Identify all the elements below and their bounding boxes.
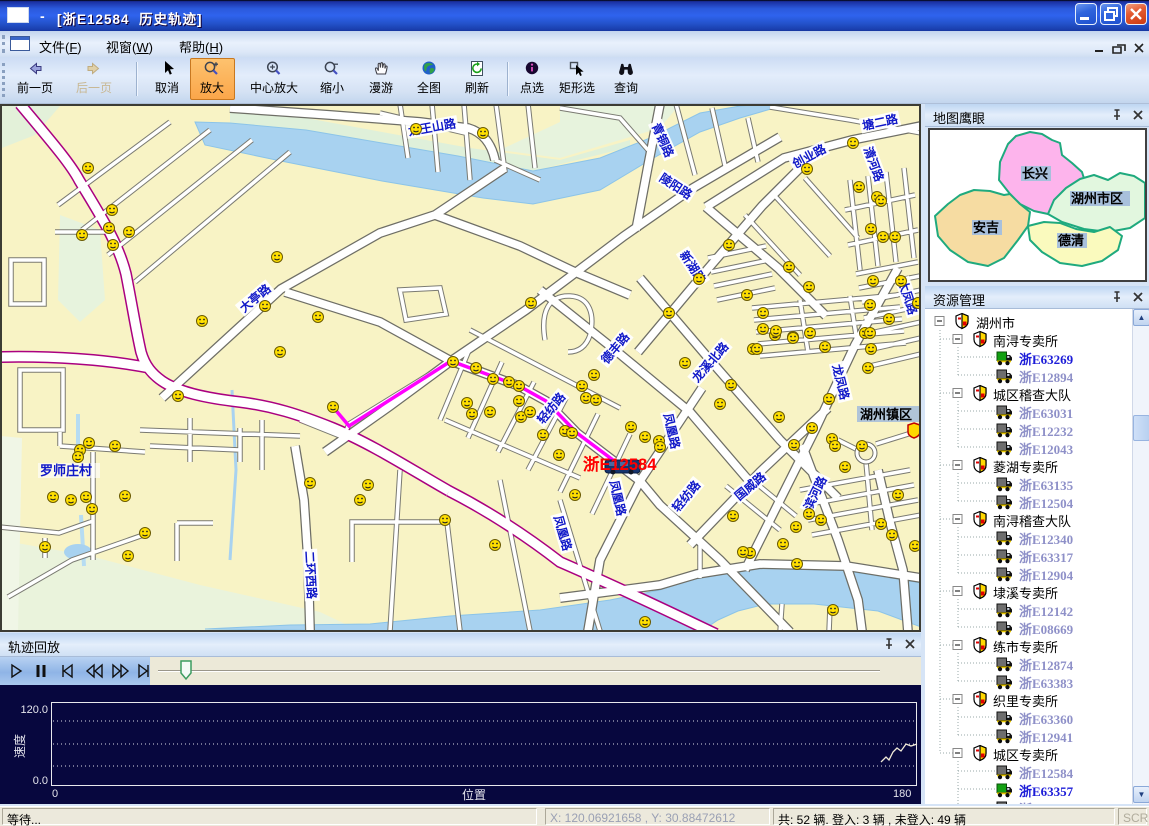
svg-text:位置: 位置: [462, 787, 486, 802]
svg-text:速度: 速度: [12, 734, 27, 758]
svg-text:德清: 德清: [1058, 233, 1084, 248]
svg-text:清河路: 清河路: [861, 145, 888, 185]
svg-text:180: 180: [893, 788, 911, 800]
svg-text:0.0: 0.0: [33, 775, 48, 787]
svg-text:湖州市区: 湖州市区: [1071, 191, 1123, 206]
svg-text:长兴: 长兴: [1022, 166, 1048, 181]
svg-text:0: 0: [52, 788, 58, 800]
svg-text:浙E12584: 浙E12584: [583, 454, 657, 474]
svg-text:安吉: 安吉: [973, 220, 999, 235]
svg-text:二环西路: 二环西路: [302, 551, 320, 601]
svg-text:罗师庄村: 罗师庄村: [40, 463, 92, 478]
svg-text:120.0: 120.0: [20, 704, 48, 716]
svg-text:湖州镇区: 湖州镇区: [860, 407, 912, 422]
